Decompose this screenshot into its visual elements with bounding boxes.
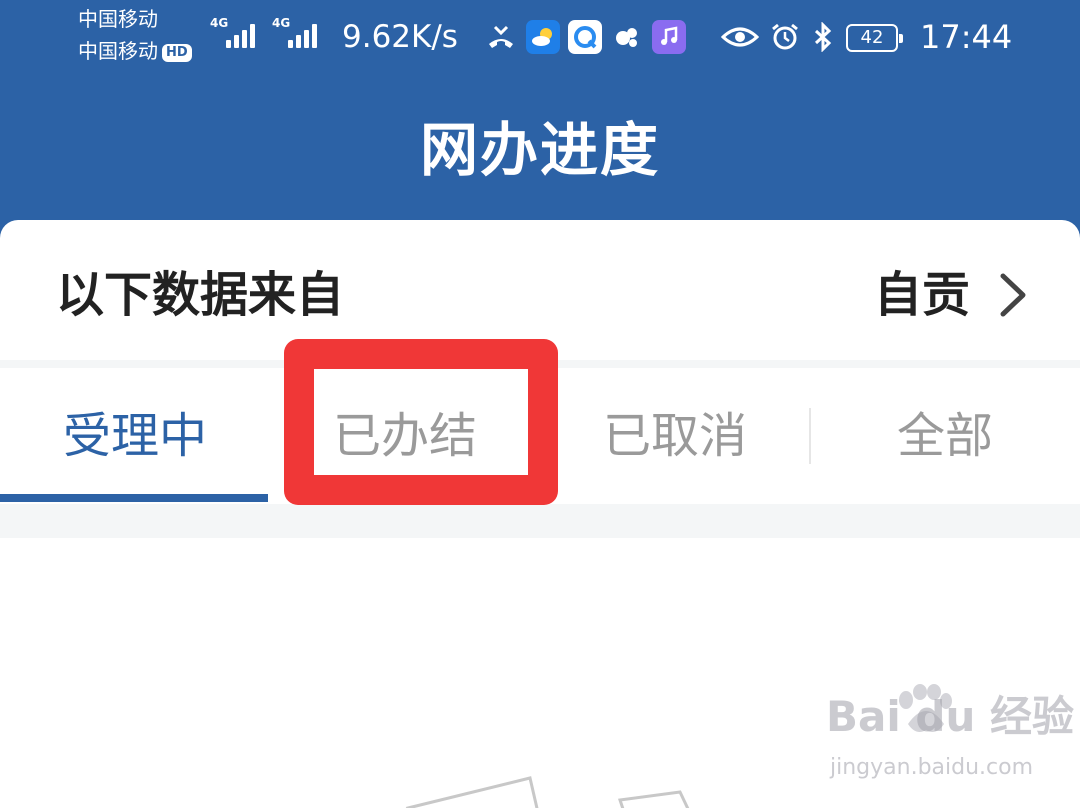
bluetooth-icon bbox=[806, 20, 840, 54]
clock-time: 17:44 bbox=[920, 18, 1013, 56]
eye-comfort-icon bbox=[720, 20, 760, 54]
notification-icon bbox=[610, 20, 644, 54]
chevron-right-icon[interactable] bbox=[998, 272, 1028, 318]
missed-call-icon bbox=[484, 20, 518, 54]
page-title: 网办进度 bbox=[419, 116, 660, 184]
tab-divider bbox=[809, 408, 811, 464]
carrier-2-name: 中国移动 bbox=[78, 39, 158, 63]
status-bar: 中国移动 中国移动 HD 4G 4G 9.62K/s 42 17:44 bbox=[0, 0, 1080, 76]
data-source-label: 以下数据来自 bbox=[56, 267, 345, 323]
empty-state-illustration bbox=[405, 776, 690, 808]
watermark-brand: Bai du 经验 bbox=[826, 692, 1074, 741]
network-speed: 9.62K/s bbox=[342, 19, 458, 55]
app-header: 中国移动 中国移动 HD 4G 4G 9.62K/s 42 17:44 网办进度 bbox=[0, 0, 1080, 240]
tab-cancelled[interactable]: 已取消 bbox=[540, 368, 810, 504]
weather-app-icon bbox=[526, 20, 560, 54]
active-tab-indicator bbox=[0, 494, 268, 502]
carrier-1-label: 中国移动 bbox=[78, 7, 158, 31]
browser-app-icon bbox=[568, 20, 602, 54]
alarm-icon bbox=[768, 20, 802, 54]
watermark-url: jingyan.baidu.com bbox=[830, 755, 1034, 780]
hd-badge: HD bbox=[162, 43, 192, 62]
tabs-bottom-divider bbox=[0, 504, 1080, 538]
tab-all[interactable]: 全部 bbox=[810, 368, 1080, 504]
data-source-value[interactable]: 自贡 bbox=[874, 260, 970, 330]
highlight-annotation-box bbox=[284, 339, 558, 505]
carrier-2-label: 中国移动 HD bbox=[78, 40, 192, 62]
tab-in-progress[interactable]: 受理中 bbox=[0, 368, 270, 504]
battery-icon: 42 bbox=[846, 24, 903, 52]
music-app-icon bbox=[652, 20, 686, 54]
